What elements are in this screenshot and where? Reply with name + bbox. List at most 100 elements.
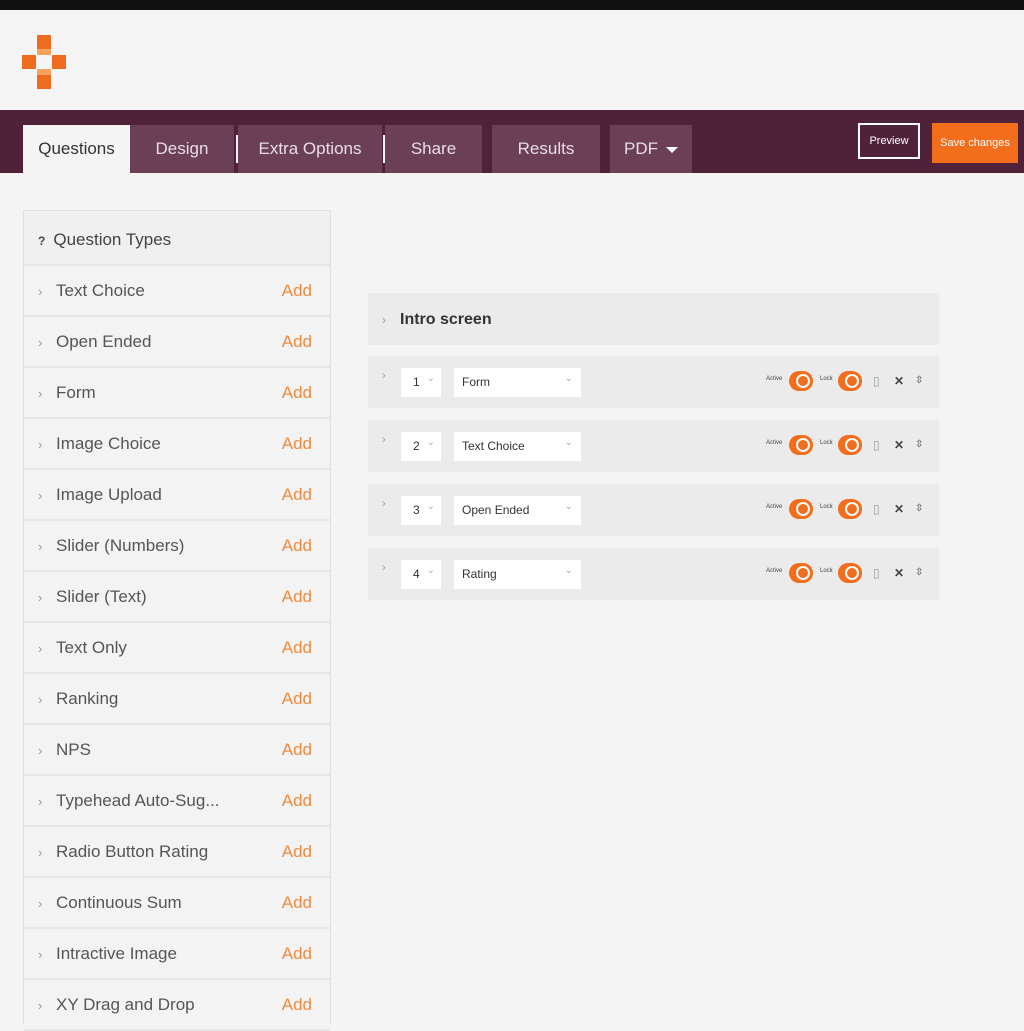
question-type-item[interactable]: › Open Ended Add	[24, 317, 330, 368]
drag-handle-icon[interactable]: ⇳	[915, 567, 923, 578]
add-link[interactable]: Add	[282, 317, 312, 366]
chevron-right-icon: ›	[38, 692, 43, 707]
add-link[interactable]: Add	[282, 572, 312, 621]
question-number-select[interactable]: 4	[401, 556, 441, 589]
chevron-right-icon: ›	[38, 386, 43, 401]
question-type-select[interactable]: Form	[454, 364, 581, 397]
add-link[interactable]: Add	[282, 929, 312, 978]
add-link[interactable]: Add	[282, 623, 312, 672]
lock-toggle[interactable]	[838, 499, 862, 519]
active-label: Active	[766, 504, 783, 510]
lock-label: Lock	[820, 376, 833, 382]
chevron-right-icon: ›	[382, 370, 386, 382]
question-type-select[interactable]: Open Ended	[454, 492, 581, 525]
copy-icon[interactable]: ▯	[873, 566, 880, 580]
close-icon[interactable]: ✕	[894, 566, 904, 580]
question-row[interactable]: › 3 Open Ended Active Lock ▯ ✕ ⇳	[368, 484, 939, 536]
copy-icon[interactable]: ▯	[873, 374, 880, 388]
sidebar-header: ? Question Types	[24, 211, 330, 266]
add-link[interactable]: Add	[282, 521, 312, 570]
intro-screen-row[interactable]: › Intro screen	[368, 293, 939, 345]
question-type-item[interactable]: › Text Choice Add	[24, 266, 330, 317]
chevron-right-icon: ›	[382, 313, 386, 327]
add-link[interactable]: Add	[282, 674, 312, 723]
question-type-item[interactable]: › Continuous Sum Add	[24, 878, 330, 929]
question-type-label: Intractive Image	[56, 944, 177, 963]
active-toggle[interactable]	[789, 435, 813, 455]
lock-label: Lock	[820, 440, 833, 446]
question-type-item[interactable]: › Image Choice Add	[24, 419, 330, 470]
tab-design[interactable]: Design	[130, 125, 234, 173]
tab-results[interactable]: Results	[492, 125, 600, 173]
copy-icon[interactable]: ▯	[873, 502, 880, 516]
question-type-label: Text Only	[56, 638, 127, 657]
question-type-label: Radio Button Rating	[56, 842, 209, 861]
drag-handle-icon[interactable]: ⇳	[915, 439, 923, 450]
active-label: Active	[766, 440, 783, 446]
chevron-right-icon: ›	[38, 335, 43, 350]
active-label: Active	[766, 568, 783, 574]
add-link[interactable]: Add	[282, 980, 312, 1029]
question-type-item[interactable]: › Text Only Add	[24, 623, 330, 674]
question-type-label: Text Choice	[56, 281, 145, 300]
question-type-item[interactable]: › Intractive Image Add	[24, 929, 330, 980]
close-icon[interactable]: ✕	[894, 374, 904, 388]
question-type-item[interactable]: › Image Upload Add	[24, 470, 330, 521]
lock-toggle[interactable]	[838, 435, 862, 455]
question-types-sidebar: ? Question Types › Text Choice Add › Open End…	[23, 210, 331, 1031]
question-type-label: Open Ended	[56, 332, 152, 351]
add-link[interactable]: Add	[282, 878, 312, 927]
add-link[interactable]: Add	[282, 827, 312, 876]
tab-share[interactable]: Share	[385, 125, 482, 173]
plus-logo-icon[interactable]	[22, 35, 68, 95]
add-link[interactable]: Add	[282, 266, 312, 315]
copy-icon[interactable]: ▯	[873, 438, 880, 452]
lock-label: Lock	[820, 568, 833, 574]
add-link[interactable]: Add	[282, 419, 312, 468]
question-type-select[interactable]: Rating	[454, 556, 581, 589]
tab-questions[interactable]: Questions	[23, 125, 130, 173]
question-type-item[interactable]: › Slider (Numbers) Add	[24, 521, 330, 572]
question-type-item[interactable]: › Form Add	[24, 368, 330, 419]
drag-handle-icon[interactable]: ⇳	[915, 503, 923, 514]
question-type-label: Image Choice	[56, 434, 161, 453]
close-icon[interactable]: ✕	[894, 502, 904, 516]
active-toggle[interactable]	[789, 371, 813, 391]
question-type-item[interactable]: › Ranking Add	[24, 674, 330, 725]
tab-extra-options[interactable]: Extra Options	[238, 125, 382, 173]
close-icon[interactable]: ✕	[894, 438, 904, 452]
question-type-item[interactable]: › XY Drag and Drop Add	[24, 980, 330, 1031]
add-link[interactable]: Add	[282, 776, 312, 825]
header	[0, 10, 1024, 110]
lock-toggle[interactable]	[838, 563, 862, 583]
chevron-right-icon: ›	[38, 641, 43, 656]
tab-pdf[interactable]: PDF	[610, 125, 692, 173]
add-link[interactable]: Add	[282, 368, 312, 417]
question-row[interactable]: › 2 Text Choice Active Lock ▯ ✕ ⇳	[368, 420, 939, 472]
question-type-item[interactable]: › NPS Add	[24, 725, 330, 776]
chevron-right-icon: ›	[38, 998, 43, 1013]
question-type-label: Continuous Sum	[56, 893, 182, 912]
save-changes-button[interactable]: Save changes	[932, 123, 1018, 163]
question-type-item[interactable]: › Slider (Text) Add	[24, 572, 330, 623]
drag-handle-icon[interactable]: ⇳	[915, 375, 923, 386]
question-type-list: › Text Choice Add › Open Ended Add › Form Add › Im…	[24, 266, 330, 1031]
add-link[interactable]: Add	[282, 470, 312, 519]
caret-down-icon	[666, 146, 678, 153]
active-toggle[interactable]	[789, 563, 813, 583]
add-link[interactable]: Add	[282, 725, 312, 774]
question-type-item[interactable]: › Typehead Auto-Sug... Add	[24, 776, 330, 827]
question-type-label: Form	[56, 383, 96, 402]
chevron-right-icon: ›	[382, 434, 386, 446]
question-type-item[interactable]: › Radio Button Rating Add	[24, 827, 330, 878]
active-toggle[interactable]	[789, 499, 813, 519]
question-number-select[interactable]: 1	[401, 364, 441, 397]
question-row[interactable]: › 1 Form Active Lock ▯ ✕ ⇳	[368, 356, 939, 408]
question-number-select[interactable]: 2	[401, 428, 441, 461]
chevron-right-icon: ›	[38, 284, 43, 299]
question-row[interactable]: › 4 Rating Active Lock ▯ ✕ ⇳	[368, 548, 939, 600]
question-number-select[interactable]: 3	[401, 492, 441, 525]
preview-button[interactable]: Preview	[858, 123, 920, 159]
lock-toggle[interactable]	[838, 371, 862, 391]
question-type-select[interactable]: Text Choice	[454, 428, 581, 461]
